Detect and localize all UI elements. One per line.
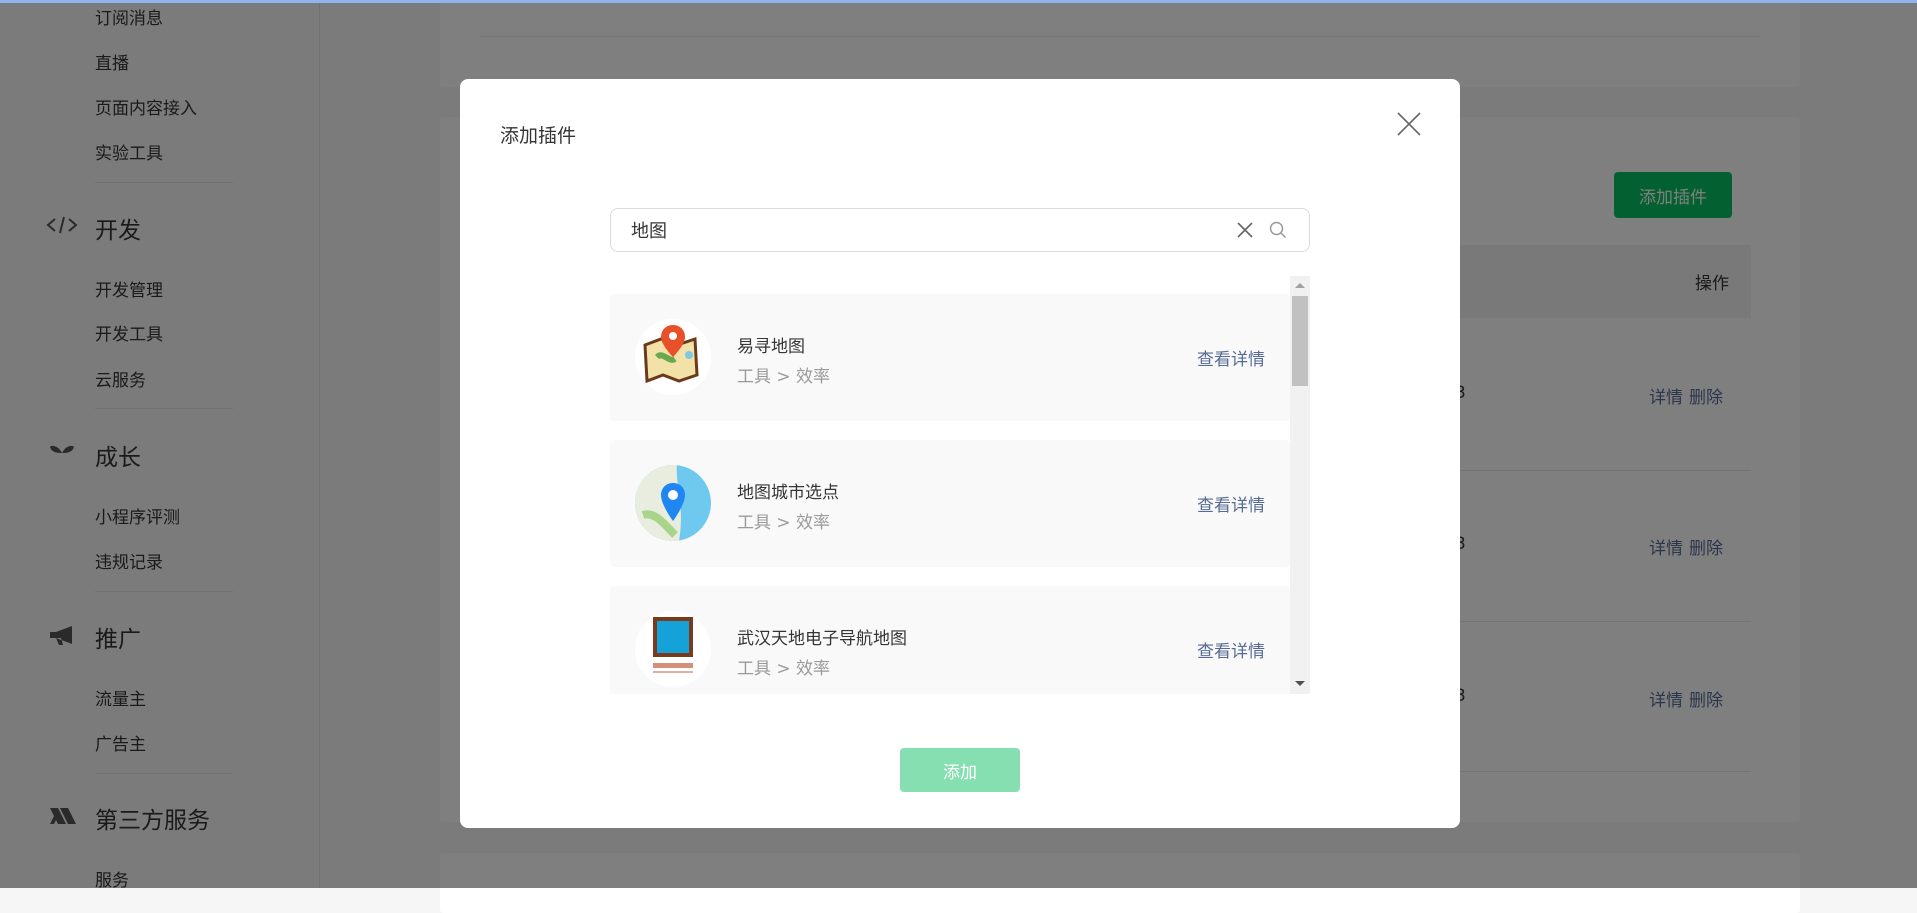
scrollbar-thumb[interactable] xyxy=(1292,296,1308,386)
plugin-results-list: 易寻地图 工具 > 效率 查看详情 地图城市选点 工具 > 效率 查看详情 武汉… xyxy=(610,276,1310,694)
plugin-name: 易寻地图 xyxy=(737,337,805,357)
list-item: 武汉天地电子导航地图 工具 > 效率 查看详情 xyxy=(610,586,1290,694)
add-plugin-dialog: 添加插件 易寻地图 工具 > 效率 查看详情 地图城市选点 工具 > 效率 查看… xyxy=(460,79,1460,828)
wuhan-tiandi-logo-icon xyxy=(635,611,711,687)
search-box xyxy=(610,208,1310,252)
scrollbar[interactable] xyxy=(1290,276,1310,694)
plugin-name: 武汉天地电子导航地图 xyxy=(737,629,907,649)
plugin-category: 工具 > 效率 xyxy=(737,659,831,679)
plugin-name: 地图城市选点 xyxy=(737,483,839,503)
dialog-title: 添加插件 xyxy=(500,125,577,147)
scroll-up-arrow-icon[interactable] xyxy=(1295,283,1305,288)
list-item: 易寻地图 工具 > 效率 查看详情 xyxy=(610,294,1290,421)
view-details-link[interactable]: 查看详情 xyxy=(1197,637,1265,662)
clear-icon[interactable] xyxy=(1236,221,1254,239)
view-details-link[interactable]: 查看详情 xyxy=(1197,345,1265,370)
search-icon[interactable] xyxy=(1269,221,1287,239)
list-item: 地图城市选点 工具 > 效率 查看详情 xyxy=(610,440,1290,567)
folded-map-pin-icon xyxy=(635,319,711,395)
add-button[interactable]: 添加 xyxy=(900,748,1020,792)
close-icon[interactable] xyxy=(1396,111,1422,137)
plugin-category: 工具 > 效率 xyxy=(737,367,831,387)
scroll-down-arrow-icon[interactable] xyxy=(1295,681,1305,686)
plugin-category: 工具 > 效率 xyxy=(737,513,831,533)
view-details-link[interactable]: 查看详情 xyxy=(1197,491,1265,516)
top-accent-line xyxy=(0,0,1917,3)
search-input[interactable] xyxy=(631,209,1211,251)
city-map-pin-icon xyxy=(635,465,711,541)
